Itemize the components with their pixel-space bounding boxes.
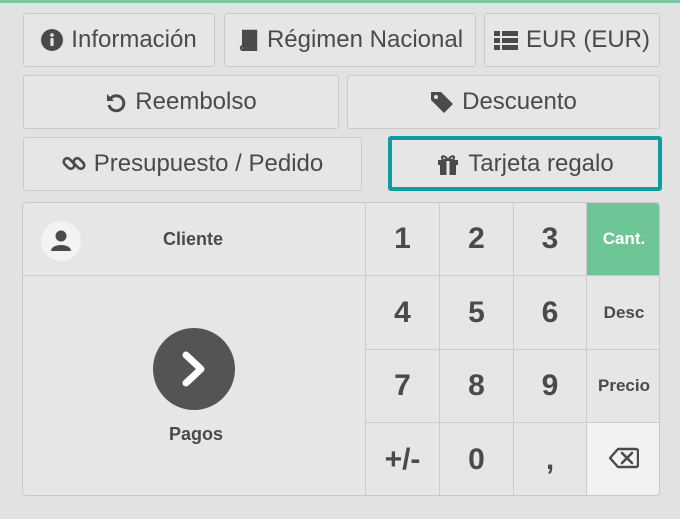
gift-card-button[interactable]: Tarjeta regalo (388, 136, 662, 191)
mode-price-button[interactable]: Precio (586, 350, 659, 423)
key-5[interactable]: 5 (439, 276, 513, 350)
top-accent-line (0, 0, 680, 3)
payment-button[interactable]: Pagos (23, 276, 365, 495)
key-7[interactable]: 7 (365, 350, 439, 423)
book-icon (237, 29, 259, 51)
key-4[interactable]: 4 (365, 276, 439, 350)
tag-icon (430, 91, 454, 113)
chevron-right-icon (153, 328, 235, 410)
key-6[interactable]: 6 (513, 276, 586, 350)
numpad-panel: Cliente Pagos 1 2 3 Cant. 4 5 6 Desc 7 8… (22, 202, 660, 496)
customer-label: Cliente (163, 229, 224, 249)
key-3[interactable]: 3 (513, 203, 586, 276)
discount-button[interactable]: Descuento (347, 75, 660, 129)
gift-card-label: Tarjeta regalo (468, 149, 614, 177)
currency-button[interactable]: EUR (EUR) (484, 13, 660, 67)
undo-icon (105, 91, 127, 113)
refund-button[interactable]: Reembolso (23, 75, 339, 129)
quote-order-label: Presupuesto / Pedido (93, 150, 324, 177)
currency-label: EUR (EUR) (526, 26, 650, 53)
key-2[interactable]: 2 (439, 203, 513, 276)
link-icon (62, 152, 86, 176)
backspace-button[interactable] (586, 423, 659, 495)
refund-label: Reembolso (135, 88, 257, 115)
key-8[interactable]: 8 (439, 350, 513, 423)
info-button[interactable]: Información (23, 13, 215, 67)
info-circle-icon (41, 29, 64, 51)
mode-quantity-button[interactable]: Cant. (586, 203, 659, 276)
user-icon (41, 221, 81, 261)
quote-order-button[interactable]: Presupuesto / Pedido (23, 137, 362, 191)
key-0[interactable]: 0 (439, 423, 513, 495)
info-label: Información (71, 26, 197, 53)
list-icon (494, 30, 518, 50)
regimen-label: Régimen Nacional (266, 26, 464, 53)
key-1[interactable]: 1 (365, 203, 439, 276)
payment-label: Pagos (169, 424, 224, 444)
sign-toggle-key[interactable]: +/- (365, 423, 439, 495)
mode-discount-button[interactable]: Desc (586, 276, 659, 350)
discount-label: Descuento (462, 88, 577, 115)
gift-icon (436, 153, 460, 175)
decimal-key[interactable]: , (513, 423, 586, 495)
customer-button[interactable]: Cliente (23, 203, 365, 276)
regimen-button[interactable]: Régimen Nacional (224, 13, 476, 67)
numpad-keys: 1 2 3 Cant. 4 5 6 Desc 7 8 9 Precio +/- … (365, 203, 659, 495)
backspace-icon (608, 443, 640, 477)
key-9[interactable]: 9 (513, 350, 586, 423)
